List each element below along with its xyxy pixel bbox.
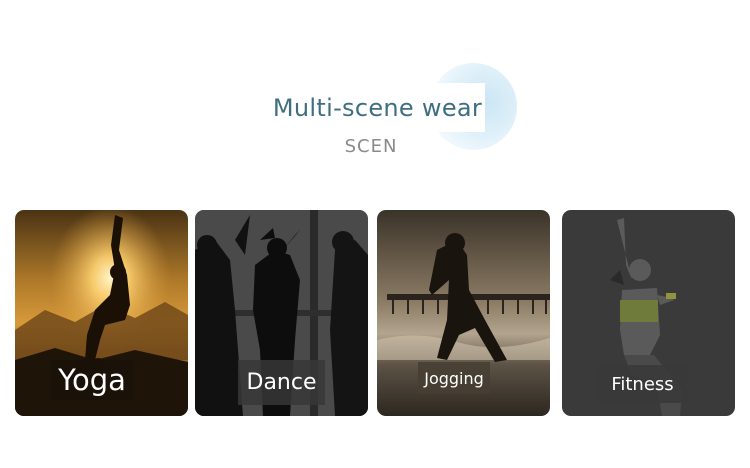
card-fitness[interactable]: Fitness (562, 210, 735, 416)
card-dance[interactable]: Dance (195, 210, 368, 416)
card-label-yoga: Yoga (50, 360, 134, 400)
card-label-jogging: Jogging (418, 362, 490, 394)
card-label-dance: Dance (238, 360, 325, 405)
scene-cards: Yoga Dance Jogging Fitness (0, 0, 750, 468)
card-yoga[interactable]: Yoga (15, 210, 188, 416)
card-jogging[interactable]: Jogging (377, 210, 550, 416)
card-label-fitness: Fitness (598, 365, 687, 403)
